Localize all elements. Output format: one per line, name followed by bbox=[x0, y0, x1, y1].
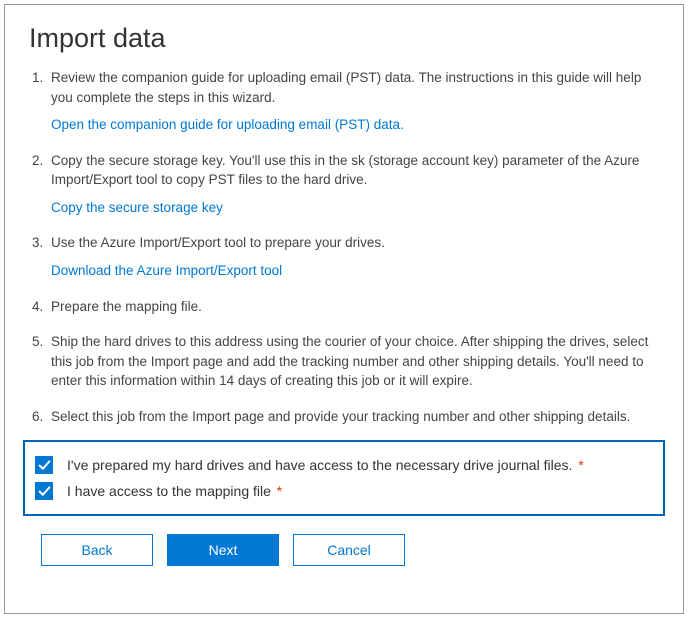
cancel-button[interactable]: Cancel bbox=[293, 534, 405, 566]
required-marker: * bbox=[277, 483, 282, 499]
drives-prepared-label: I've prepared my hard drives and have ac… bbox=[67, 457, 584, 473]
step-2: Copy the secure storage key. You'll use … bbox=[47, 151, 659, 218]
open-companion-guide-link[interactable]: Open the companion guide for uploading e… bbox=[51, 115, 404, 135]
drives-prepared-text: I've prepared my hard drives and have ac… bbox=[67, 457, 572, 473]
next-button[interactable]: Next bbox=[167, 534, 279, 566]
step-3: Use the Azure Import/Export tool to prep… bbox=[47, 233, 659, 280]
step-6-text: Select this job from the Import page and… bbox=[51, 407, 659, 427]
drives-prepared-checkbox[interactable] bbox=[35, 456, 53, 474]
step-5: Ship the hard drives to this address usi… bbox=[47, 332, 659, 391]
step-4: Prepare the mapping file. bbox=[47, 297, 659, 317]
checkmark-icon bbox=[38, 485, 51, 498]
button-row: Back Next Cancel bbox=[29, 534, 659, 566]
import-data-panel: Import data Review the companion guide f… bbox=[4, 4, 684, 614]
download-tool-link[interactable]: Download the Azure Import/Export tool bbox=[51, 261, 282, 281]
step-4-text: Prepare the mapping file. bbox=[51, 297, 659, 317]
step-1-text: Review the companion guide for uploading… bbox=[51, 68, 659, 107]
required-marker: * bbox=[578, 457, 583, 473]
step-3-text: Use the Azure Import/Export tool to prep… bbox=[51, 233, 659, 253]
back-button[interactable]: Back bbox=[41, 534, 153, 566]
checkmark-icon bbox=[38, 459, 51, 472]
steps-list: Review the companion guide for uploading… bbox=[29, 68, 659, 426]
mapping-file-label: I have access to the mapping file * bbox=[67, 483, 282, 499]
copy-storage-key-link[interactable]: Copy the secure storage key bbox=[51, 198, 223, 218]
step-6: Select this job from the Import page and… bbox=[47, 407, 659, 427]
mapping-file-row: I have access to the mapping file * bbox=[35, 478, 653, 504]
confirmation-box: I've prepared my hard drives and have ac… bbox=[23, 440, 665, 516]
page-title: Import data bbox=[29, 23, 659, 54]
mapping-file-checkbox[interactable] bbox=[35, 482, 53, 500]
mapping-file-text: I have access to the mapping file bbox=[67, 483, 271, 499]
step-5-text: Ship the hard drives to this address usi… bbox=[51, 332, 659, 391]
step-1: Review the companion guide for uploading… bbox=[47, 68, 659, 135]
step-2-text: Copy the secure storage key. You'll use … bbox=[51, 151, 659, 190]
drives-prepared-row: I've prepared my hard drives and have ac… bbox=[35, 452, 653, 478]
